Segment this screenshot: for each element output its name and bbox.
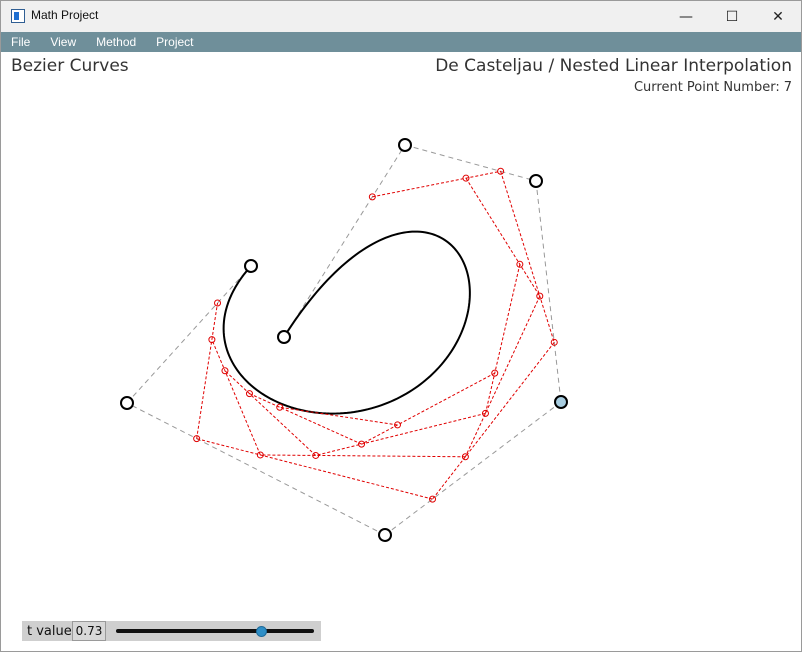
maximize-icon: ☐	[725, 8, 739, 25]
construction-line	[196, 438, 433, 500]
menu-file[interactable]: File	[1, 32, 40, 52]
control-point-selected[interactable]	[554, 395, 568, 409]
menu-project[interactable]: Project	[146, 32, 203, 52]
menu-method[interactable]: Method	[86, 32, 146, 52]
construction-line	[500, 171, 555, 343]
t-value-label: t value	[27, 623, 72, 639]
menu-bar: File View Method Project	[1, 32, 801, 52]
construction-line	[464, 295, 541, 457]
construction-line	[484, 264, 521, 414]
control-point[interactable]	[120, 396, 134, 410]
control-polygon-segment	[535, 180, 562, 403]
bezier-canvas[interactable]: Bezier Curves De Casteljau / Nested Line…	[1, 52, 801, 651]
control-polygon-segment	[384, 401, 562, 536]
menu-view[interactable]: View	[40, 32, 86, 52]
point-count-value: 7	[783, 80, 792, 95]
construction-line	[260, 454, 466, 458]
bezier-drawing[interactable]	[1, 52, 801, 651]
control-polygon-segment	[126, 402, 386, 536]
minimize-icon: —	[679, 8, 693, 25]
minimize-button[interactable]: —	[663, 1, 709, 32]
control-point[interactable]	[277, 330, 291, 344]
construction-line	[372, 170, 501, 198]
point-count-label: Current Point Number:	[633, 80, 780, 95]
t-slider-track[interactable]	[116, 629, 314, 633]
construction-line	[196, 302, 219, 439]
control-point[interactable]	[398, 138, 412, 152]
construction-line	[249, 393, 362, 445]
t-slider[interactable]	[116, 621, 314, 641]
control-polygon-segment	[404, 144, 537, 182]
close-button[interactable]: ✕	[755, 1, 801, 32]
control-point[interactable]	[244, 259, 258, 273]
construction-line	[361, 372, 495, 445]
method-title: De Casteljau / Nested Linear Interpolati…	[435, 56, 792, 76]
close-icon: ✕	[772, 8, 784, 25]
point-count-readout: Current Point Number: 7	[630, 80, 792, 95]
app-window-icon	[11, 9, 25, 23]
construction-line	[279, 406, 398, 426]
maximize-button[interactable]: ☐	[709, 1, 755, 32]
control-point[interactable]	[378, 528, 392, 542]
t-slider-thumb[interactable]	[255, 626, 267, 637]
title-bar[interactable]: Math Project — ☐ ✕	[1, 1, 801, 32]
t-value-control: t value 0.73	[22, 621, 321, 641]
construction-line	[224, 370, 317, 456]
construction-line	[465, 177, 541, 297]
app-window: Math Project — ☐ ✕ File View Method Proj…	[0, 0, 802, 652]
bezier-curve	[222, 230, 471, 415]
control-point[interactable]	[529, 174, 543, 188]
page-title: Bezier Curves	[11, 56, 129, 76]
window-title: Math Project	[31, 8, 99, 22]
t-value-field[interactable]: 0.73	[72, 621, 106, 641]
control-polygon-segment	[283, 144, 406, 338]
control-polygon-segment	[126, 265, 252, 404]
